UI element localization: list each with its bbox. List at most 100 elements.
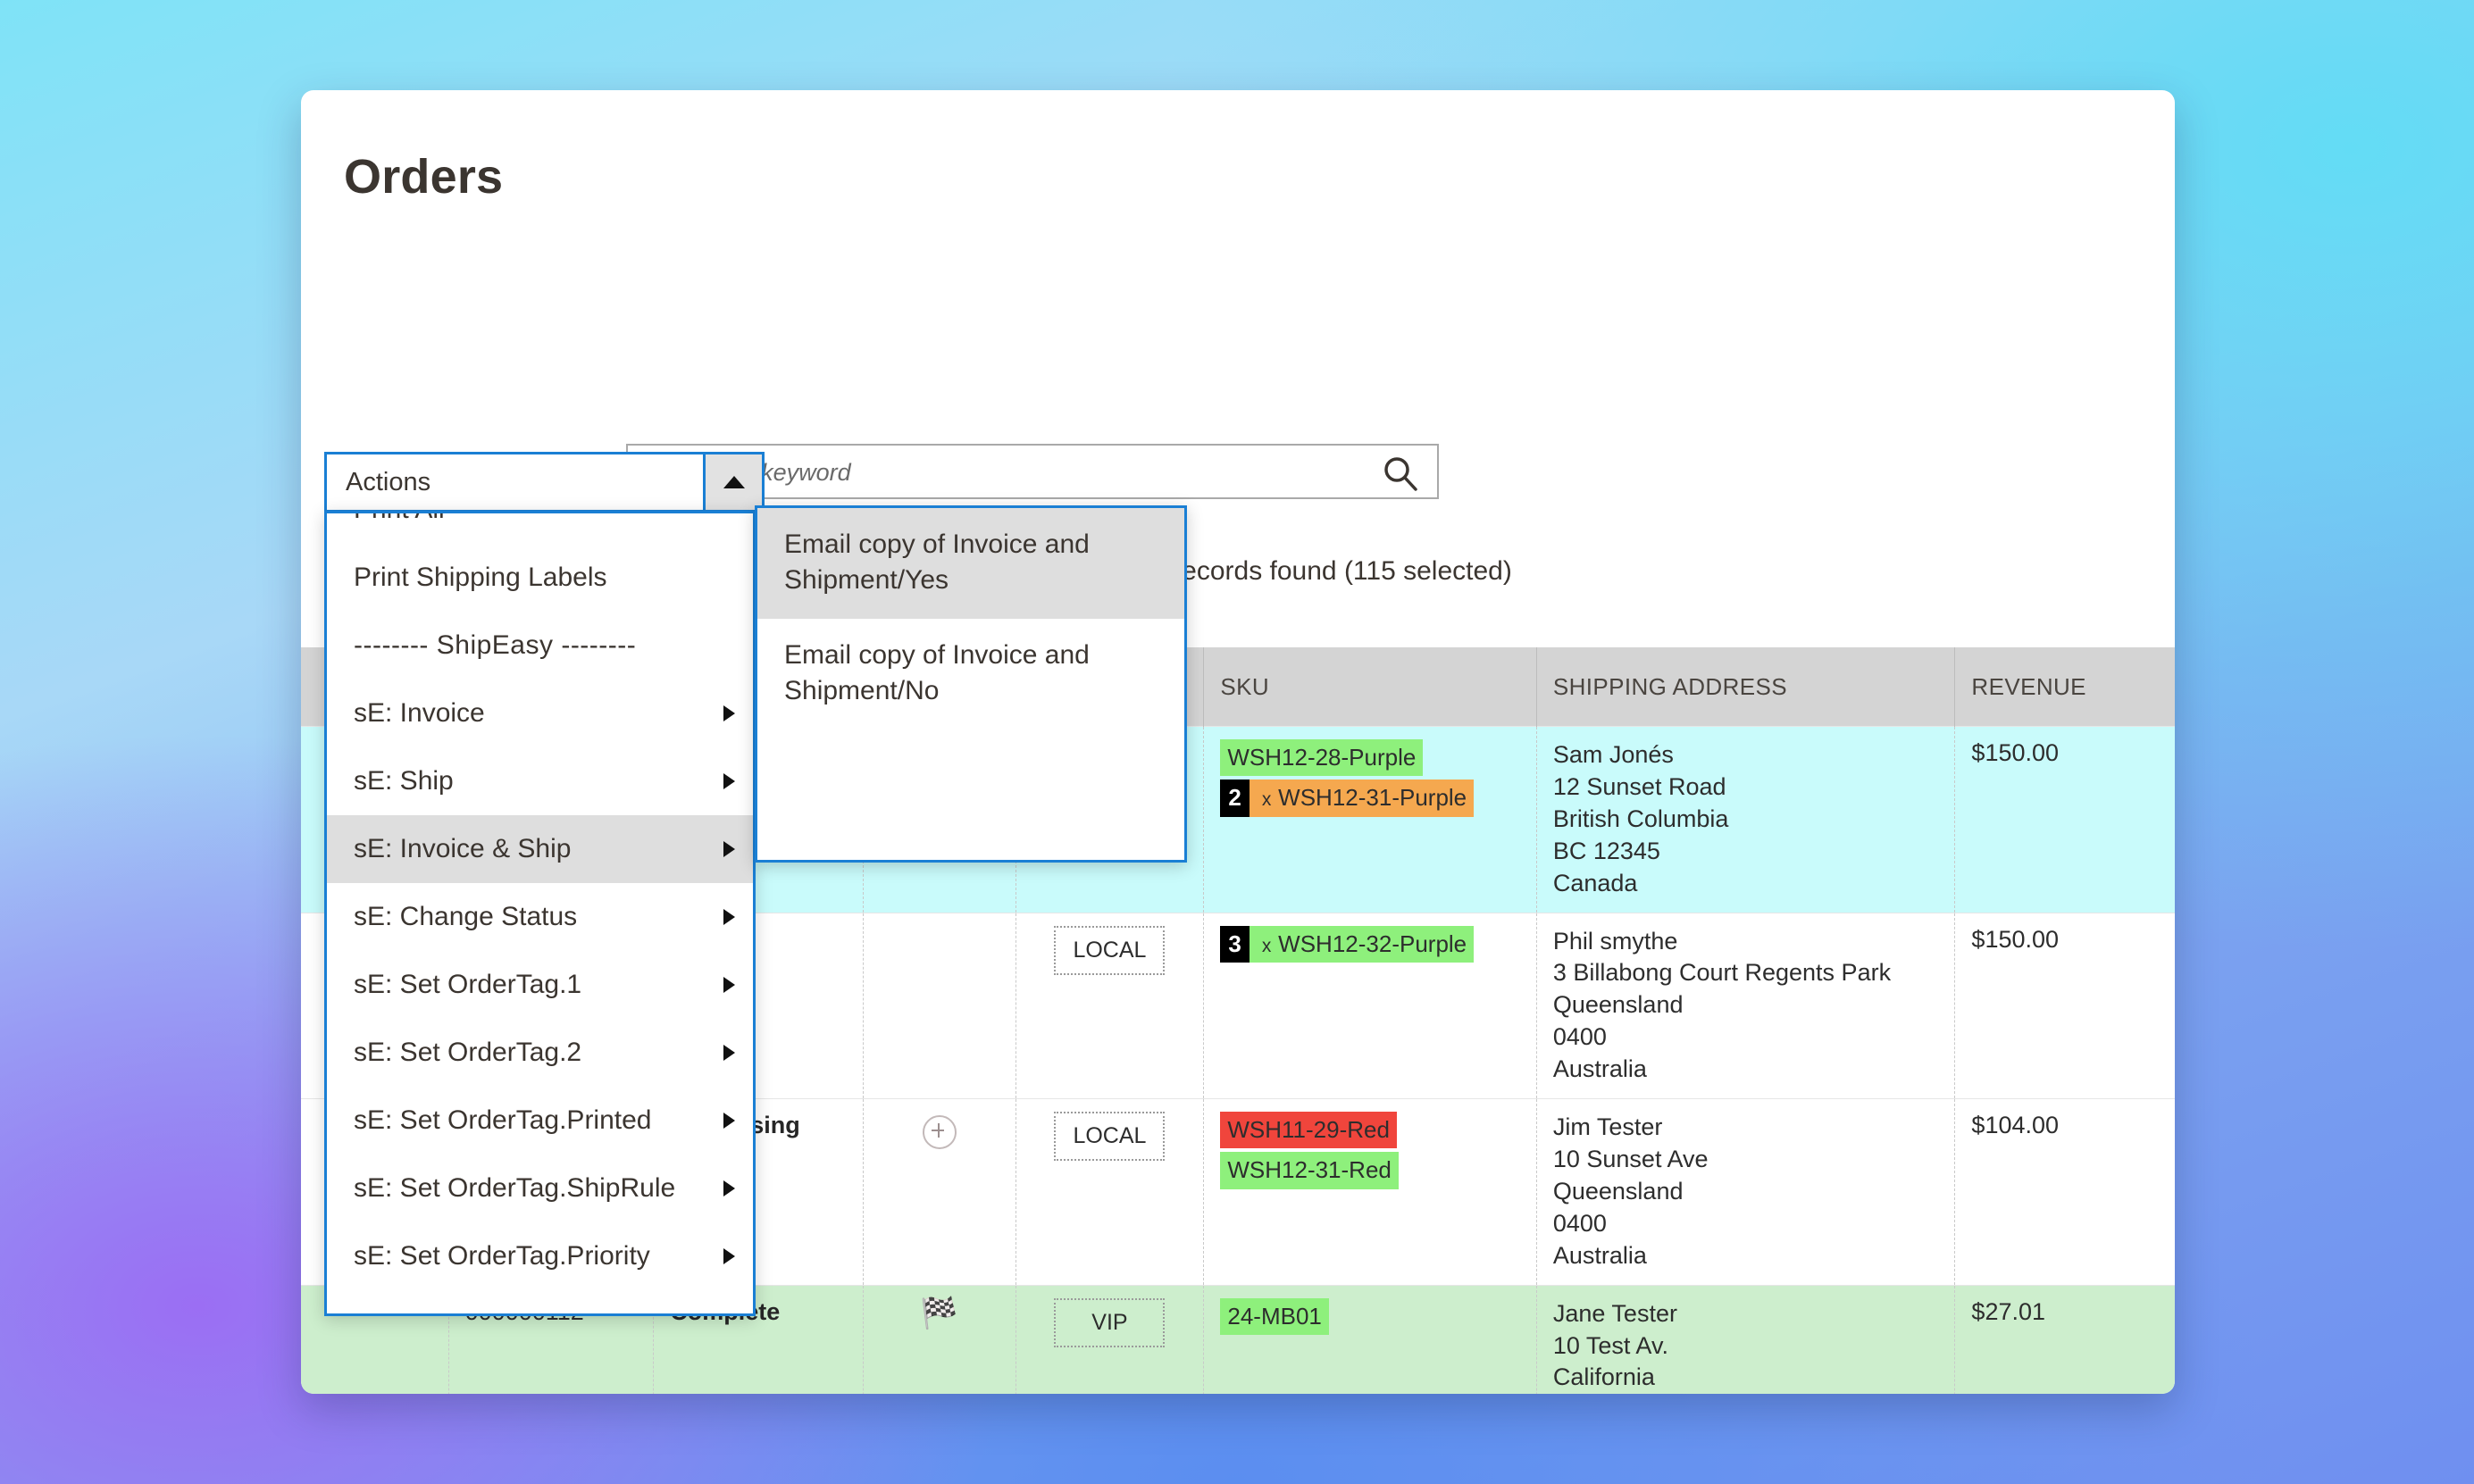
address-line: Sam Jonés xyxy=(1552,741,1674,768)
plus-circle-icon[interactable] xyxy=(922,1115,957,1150)
row-shipping-address-cell: Jim Tester 10 Sunset Ave Queensland 0400 Aus… xyxy=(1536,1098,1956,1286)
chevron-right-icon xyxy=(723,1113,735,1129)
sku-code: WSH12-28-Purple xyxy=(1220,739,1424,777)
address-line: Canada xyxy=(1552,869,1638,896)
sku-badge: 2x WSH12-31-Purple xyxy=(1220,780,1475,817)
menu-item-label: sE: Invoice xyxy=(354,698,485,728)
chevron-right-icon xyxy=(723,977,735,993)
actions-dropdown-label: Actions xyxy=(346,467,431,496)
menu-item-label: sE: Set OrderTag.Priority xyxy=(354,1241,650,1271)
menu-item[interactable]: sE: Set OrderTag.2 xyxy=(327,1019,753,1087)
menu-item[interactable]: Print All xyxy=(327,513,753,544)
sku-badge: 24-MB01 xyxy=(1220,1297,1329,1335)
menu-item-label: Print All xyxy=(354,513,445,524)
menu-item-label: sE: Change Status xyxy=(354,902,578,931)
menu-item[interactable]: sE: Invoice & Ship xyxy=(327,815,753,883)
search-icon[interactable] xyxy=(1382,454,1419,492)
shiprule-badge[interactable]: LOCAL xyxy=(1054,925,1166,975)
sku-code: WSH11-29-Red xyxy=(1220,1112,1397,1149)
page-title: Orders xyxy=(344,150,504,204)
menu-item-label: sE: Ship xyxy=(354,766,454,796)
address-line: Australia xyxy=(1552,1241,1647,1269)
sku-quantity: 2 xyxy=(1220,780,1250,817)
menu-item-label: Print Shipping Labels xyxy=(354,563,607,592)
chevron-right-icon xyxy=(723,841,735,857)
menu-item[interactable]: sE: Change Status xyxy=(327,883,753,951)
row-shipping-address-cell: Jane Tester10 Test Av.California90210Uni… xyxy=(1536,1284,1956,1394)
menu-item[interactable]: sE: Invoice xyxy=(327,679,753,747)
row-flag-cell[interactable] xyxy=(863,1098,1016,1286)
address-line: 12 Sunset Road xyxy=(1552,772,1726,800)
invoice-ship-submenu[interactable]: Email copy of Invoice and Shipment/Yes Em… xyxy=(755,505,1187,863)
menu-item-label: sE: Set OrderTag.2 xyxy=(354,1038,582,1067)
address-line: Queensland xyxy=(1552,1177,1684,1205)
checkered-flag-icon: 🏁 xyxy=(920,1296,958,1330)
submenu-item[interactable]: Email copy of Invoice and Shipment/Yes xyxy=(757,508,1184,620)
actions-dropdown-list: Print All Print Shipping Labels -------- S… xyxy=(327,513,753,1290)
address-line: Australia xyxy=(1552,1055,1647,1083)
row-revenue-cell: $27.01 xyxy=(1954,1284,2175,1394)
address-line: 10 Sunset Ave xyxy=(1552,1145,1709,1172)
sku-badge: WSH12-31-Red xyxy=(1220,1152,1399,1189)
menu-item[interactable]: -------- ShipEasy -------- xyxy=(327,612,753,679)
address-line: Phil smythe xyxy=(1552,927,1678,955)
menu-item[interactable]: Print Shipping Labels xyxy=(327,544,753,612)
row-sku-cell: 24-MB01 xyxy=(1203,1284,1537,1394)
address-line: 0400 xyxy=(1552,1023,1607,1051)
chevron-right-icon xyxy=(723,773,735,789)
chevron-right-icon xyxy=(723,909,735,925)
row-revenue-cell: $150.00 xyxy=(1954,912,2175,1099)
row-shiprule-cell[interactable]: LOCAL xyxy=(1016,1098,1205,1286)
row-shiprule-cell[interactable]: LOCAL xyxy=(1016,912,1205,1099)
menu-item-label: sE: Set OrderTag.ShipRule xyxy=(354,1173,676,1203)
address-line: Jane Tester xyxy=(1552,1299,1677,1327)
row-sku-cell: WSH11-29-Red WSH12-31-Red xyxy=(1203,1098,1537,1286)
sku-quantity: 3 xyxy=(1220,925,1250,963)
row-sku-cell: WSH12-28-Purple 2 x WSH12-31-Purple xyxy=(1203,726,1537,913)
actions-dropdown-menu[interactable]: Print All Print Shipping Labels -------- S… xyxy=(324,511,756,1316)
menu-item[interactable]: sE: Set OrderTag.Printed xyxy=(327,1087,753,1155)
row-revenue-cell: $104.00 xyxy=(1954,1098,2175,1286)
menu-item-label: sE: Invoice & Ship xyxy=(354,834,572,863)
caret-up-icon[interactable] xyxy=(703,454,762,510)
chevron-right-icon xyxy=(723,1180,735,1196)
address-line: 10 Test Av. xyxy=(1552,1331,1668,1359)
sku-code: WSH12-31-Red xyxy=(1220,1152,1399,1189)
menu-item-label: sE: Set OrderTag.1 xyxy=(354,970,582,999)
address-line: 3 Billabong Court Regents Park xyxy=(1552,959,1892,987)
row-shiprule-cell[interactable]: VIP xyxy=(1016,1284,1205,1394)
caret-up-glyph xyxy=(723,476,745,488)
row-flag-cell[interactable]: 🏁 xyxy=(863,1284,1016,1394)
chevron-right-icon xyxy=(723,1248,735,1264)
menu-item[interactable]: sE: Ship xyxy=(327,747,753,815)
menu-item[interactable]: sE: Set OrderTag.1 xyxy=(327,951,753,1019)
address-line: California xyxy=(1552,1363,1655,1391)
th-sku[interactable]: SKU xyxy=(1203,647,1537,727)
sku-badge: WSH12-28-Purple xyxy=(1220,739,1424,777)
menu-item[interactable]: sE: Set OrderTag.Priority xyxy=(327,1222,753,1290)
sku-code: x WSH12-32-Purple xyxy=(1249,925,1475,963)
address-line: BC 12345 xyxy=(1552,837,1660,864)
sku-code: x WSH12-31-Purple xyxy=(1249,780,1475,817)
address-line: British Columbia xyxy=(1552,805,1729,832)
menu-item[interactable]: sE: Set OrderTag.ShipRule xyxy=(327,1155,753,1222)
row-flag-cell[interactable] xyxy=(863,912,1016,1099)
row-sku-cell: 3x WSH12-32-Purple xyxy=(1203,912,1537,1099)
th-shipping-address[interactable]: SHIPPING ADDRESS xyxy=(1536,647,1956,727)
chevron-right-icon xyxy=(723,1045,735,1061)
address-line: 0400 xyxy=(1552,1209,1607,1237)
row-shipping-address-cell: Phil smythe 3 Billabong Court Regents Par… xyxy=(1536,912,1956,1099)
actions-dropdown-button[interactable]: Actions xyxy=(324,452,765,513)
menu-item-label: sE: Set OrderTag.Printed xyxy=(354,1105,652,1135)
row-shipping-address-cell: Sam Jonés 12 Sunset Road British Columbia B… xyxy=(1536,726,1956,913)
shiprule-badge[interactable]: VIP xyxy=(1054,1297,1166,1347)
menu-item-label: -------- ShipEasy -------- xyxy=(354,630,637,660)
th-revenue[interactable]: REVENUE xyxy=(1954,647,2175,727)
chevron-right-icon xyxy=(723,705,735,721)
row-revenue-cell: $150.00 xyxy=(1954,726,2175,913)
address-line: Jim Tester xyxy=(1552,1113,1663,1141)
shiprule-badge[interactable]: LOCAL xyxy=(1054,1112,1166,1162)
sku-code: 24-MB01 xyxy=(1220,1297,1329,1335)
submenu-item[interactable]: Email copy of Invoice and Shipment/No xyxy=(757,619,1184,729)
address-line: Queensland xyxy=(1552,991,1684,1019)
